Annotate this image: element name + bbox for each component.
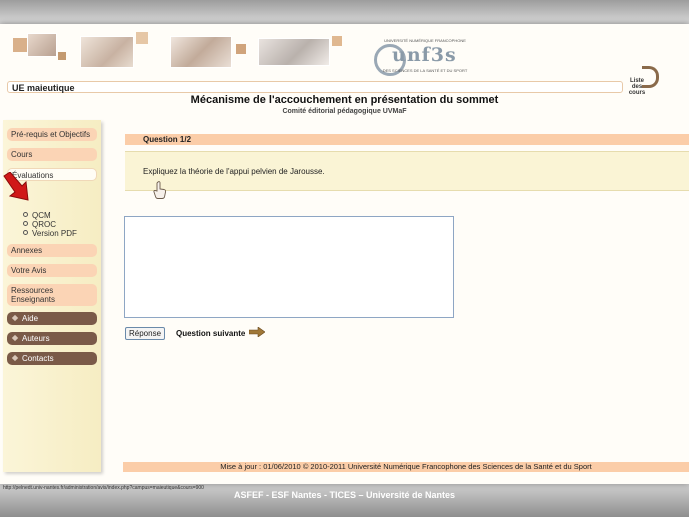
- answer-textarea[interactable]: [124, 216, 454, 318]
- red-arrow-icon: [3, 172, 29, 201]
- sidebar-item-cours[interactable]: Cours: [7, 148, 97, 161]
- banner-photo: [80, 36, 134, 68]
- sidebar-item-contacts[interactable]: Contacts: [7, 352, 97, 365]
- diamond-icon: [11, 354, 19, 362]
- slide: UNIVERSITÉ NUMÉRIQUE FRANCOPHONE unf3s D…: [0, 24, 689, 484]
- question-text: Expliquez la théorie de l'appui pelvien …: [143, 167, 325, 176]
- logo-line-2: DES SCIENCES DE LA SANTÉ ET DU SPORT: [382, 68, 468, 73]
- submenu-item-version-pdf[interactable]: Version PDF: [23, 229, 77, 238]
- banner-photo: [258, 38, 330, 66]
- bullet-icon: [23, 230, 28, 235]
- logo-line-1: UNIVERSITÉ NUMÉRIQUE FRANCOPHONE: [384, 38, 466, 43]
- submenu-item-qroc[interactable]: QROC: [23, 220, 77, 229]
- header-banner: UNIVERSITÉ NUMÉRIQUE FRANCOPHONE unf3s D…: [0, 24, 689, 80]
- decor-square: [58, 52, 66, 60]
- decor-square: [13, 38, 27, 52]
- bullet-icon: [23, 221, 28, 226]
- slide-caption: ASFEF - ESF Nantes - TICES – Université …: [233, 490, 456, 500]
- sidebar-item-annexes[interactable]: Annexes: [7, 244, 97, 257]
- next-question-link[interactable]: Question suivante: [176, 329, 245, 338]
- evaluations-submenu: QCM QROC Version PDF: [23, 211, 77, 238]
- sidebar-item-aide[interactable]: Aide: [7, 312, 97, 325]
- arrow-right-icon[interactable]: [249, 327, 265, 337]
- decor-square: [332, 36, 342, 46]
- sidebar-item-ressources[interactable]: Ressources Enseignants: [7, 284, 97, 306]
- decor-square: [236, 44, 246, 54]
- course-label-bar: UE maieutique: [7, 81, 623, 93]
- sidebar-item-votre-avis[interactable]: Votre Avis: [7, 264, 97, 277]
- banner-photo: [170, 36, 232, 68]
- diamond-icon: [11, 314, 19, 322]
- sidebar-item-label: Contacts: [22, 354, 54, 363]
- sidebar-item-auteurs[interactable]: Auteurs: [7, 332, 97, 345]
- sidebar-item-label: Auteurs: [22, 334, 50, 343]
- decor-square: [136, 32, 148, 44]
- submenu-item-qcm[interactable]: QCM: [23, 211, 77, 220]
- footer-bar: Mise à jour : 01/06/2010 © 2010-2011 Uni…: [123, 462, 689, 472]
- question-header: Question 1/2: [125, 134, 689, 145]
- bullet-icon: [23, 212, 28, 217]
- page-subtitle: Comité éditorial pédagogique UVMaF: [282, 108, 407, 115]
- sidebar-item-label: Aide: [22, 314, 39, 323]
- submenu-label: QCM: [32, 211, 51, 220]
- course-list-link[interactable]: Liste des cours: [624, 64, 664, 96]
- sidebar-item-prerequis[interactable]: Pré-requis et Objectifs: [7, 128, 97, 141]
- submenu-label: QROC: [32, 220, 56, 229]
- pointing-hand-icon: [153, 181, 167, 199]
- reponse-button[interactable]: Réponse: [125, 327, 166, 340]
- banner-photo: [27, 33, 57, 57]
- page-title: Mécanisme de l'accouchement en présentat…: [190, 94, 499, 106]
- logo-brand: unf3s: [392, 44, 457, 66]
- submenu-label: Version PDF: [32, 229, 77, 238]
- diamond-icon: [11, 334, 19, 342]
